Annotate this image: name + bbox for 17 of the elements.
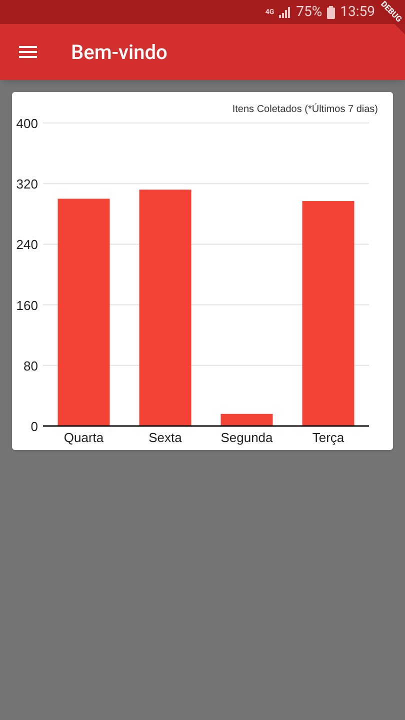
x-axis-label: Terça (312, 430, 344, 445)
y-axis-label: 160 (16, 298, 38, 313)
clock: 13:59 (340, 2, 375, 22)
battery-percentage: 75% (296, 2, 322, 22)
y-axis-label: 240 (16, 237, 38, 252)
x-axis-label: Segunda (220, 430, 273, 445)
y-axis-label: 320 (16, 176, 38, 192)
signal-icon (279, 6, 292, 18)
y-axis-label: 400 (16, 116, 38, 131)
battery-icon (327, 6, 336, 18)
y-axis-label: 0 (30, 419, 38, 434)
y-axis-label: 80 (24, 358, 38, 374)
chart-title: Itens Coletados (*Últimos 7 dias) (232, 104, 378, 115)
x-axis-label: Sexta (148, 430, 182, 445)
menu-icon (19, 46, 37, 58)
app-title: Bem-vindo (71, 39, 168, 66)
x-axis-label: Quarta (64, 430, 104, 445)
